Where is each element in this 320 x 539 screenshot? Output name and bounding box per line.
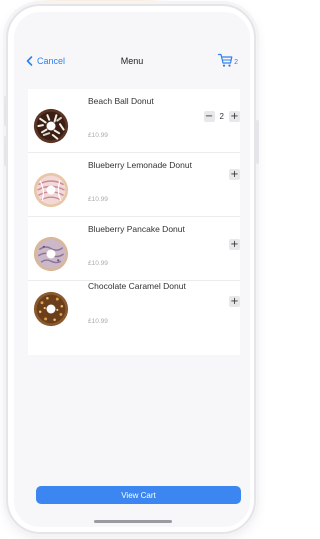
- quantity-stepper: +: [229, 239, 240, 250]
- item-name: Beach Ball Donut: [88, 96, 154, 106]
- decrement-button[interactable]: −: [203, 111, 215, 122]
- increment-button[interactable]: +: [229, 169, 240, 180]
- donut-image: [33, 108, 69, 144]
- menu-list: Beach Ball Donut £10.99 − 2 + Blueberry …: [28, 89, 240, 355]
- donut-image: [33, 172, 69, 208]
- list-item[interactable]: Chocolate Caramel Donut £10.99 +: [28, 281, 240, 355]
- increment-button[interactable]: +: [229, 239, 240, 250]
- view-cart-button[interactable]: View Cart: [36, 486, 241, 504]
- cart-count-badge: 2: [234, 58, 238, 66]
- nav-bar: Cancel Menu 2: [14, 50, 250, 76]
- side-button-left: [4, 96, 7, 126]
- page-title: Menu: [120, 56, 144, 66]
- phone-screen: Cancel Menu 2 Beach Ball Donut £10.99 − …: [14, 12, 250, 527]
- item-price: £10.99: [88, 318, 108, 325]
- list-item[interactable]: Beach Ball Donut £10.99 − 2 +: [28, 89, 240, 153]
- list-item[interactable]: Blueberry Lemonade Donut £10.99 +: [28, 153, 240, 217]
- donut-image: [33, 236, 69, 272]
- item-name: Chocolate Caramel Donut: [88, 281, 186, 291]
- item-price: £10.99: [88, 132, 108, 139]
- side-button-right: [256, 120, 259, 164]
- list-item[interactable]: Blueberry Pancake Donut £10.99 +: [28, 217, 240, 281]
- donut-image: [33, 291, 69, 327]
- quantity-stepper: +: [229, 169, 240, 180]
- item-price: £10.99: [88, 196, 108, 203]
- quantity-value: 2: [219, 112, 224, 121]
- cart-button[interactable]: 2: [217, 52, 238, 68]
- home-indicator: [94, 520, 172, 523]
- quantity-stepper: +: [229, 296, 240, 307]
- item-price: £10.99: [88, 260, 108, 267]
- item-name: Blueberry Pancake Donut: [88, 224, 185, 234]
- shopping-cart-icon: [217, 53, 233, 67]
- item-name: Blueberry Lemonade Donut: [88, 160, 192, 170]
- increment-button[interactable]: +: [229, 296, 240, 307]
- phone-notch: [88, 12, 178, 34]
- increment-button[interactable]: +: [229, 111, 240, 122]
- quantity-stepper: − 2 +: [203, 111, 240, 122]
- side-button-left: [4, 136, 7, 166]
- app-stage: Cancel Menu 2 Beach Ball Donut £10.99 − …: [0, 0, 265, 539]
